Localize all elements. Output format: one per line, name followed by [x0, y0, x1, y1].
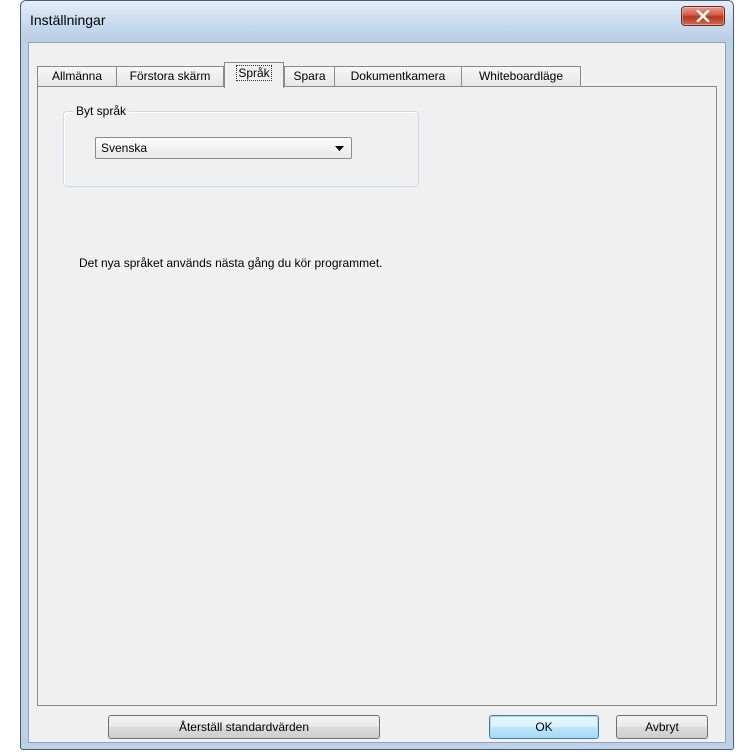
- ok-button[interactable]: OK: [489, 715, 599, 739]
- tab-whiteboardlage[interactable]: Whiteboardläge: [461, 66, 581, 86]
- button-label: Avbryt: [645, 720, 679, 734]
- close-button[interactable]: [681, 6, 725, 26]
- tab-label: Språk: [236, 65, 272, 81]
- window-title: Inställningar: [30, 12, 106, 28]
- button-label: OK: [535, 720, 553, 734]
- tab-label: Förstora skärm: [129, 69, 211, 83]
- reset-defaults-button[interactable]: Återställ standardvärden: [108, 715, 380, 739]
- cancel-button[interactable]: Avbryt: [616, 715, 708, 739]
- tab-allmanna[interactable]: Allmänna: [37, 66, 117, 86]
- tab-forstora-skarm[interactable]: Förstora skärm: [116, 66, 224, 86]
- chevron-down-icon: [335, 146, 344, 151]
- dialog-client-area: Allmänna Förstora skärm Språk Spara Doku…: [28, 42, 726, 743]
- button-label: Återställ standardvärden: [178, 720, 310, 734]
- tab-label: Dokumentkamera: [350, 69, 446, 83]
- tab-sprak[interactable]: Språk: [224, 62, 284, 88]
- close-icon: [696, 10, 710, 22]
- info-text: Det nya språket används nästa gång du kö…: [79, 256, 383, 270]
- language-group-label: Byt språk: [73, 104, 130, 118]
- tab-label: Allmänna: [51, 69, 103, 83]
- settings-dialog: Inställningar Allmänna Förstora skärm Sp…: [20, 0, 734, 750]
- tab-spara[interactable]: Spara: [284, 66, 335, 86]
- language-select-value: Svenska: [101, 141, 148, 155]
- tab-dokumentkamera[interactable]: Dokumentkamera: [334, 66, 462, 86]
- tab-label: Spara: [293, 69, 326, 83]
- tab-label: Whiteboardläge: [478, 69, 564, 83]
- title-bar[interactable]: Inställningar: [21, 1, 733, 41]
- language-select[interactable]: Svenska: [95, 137, 352, 159]
